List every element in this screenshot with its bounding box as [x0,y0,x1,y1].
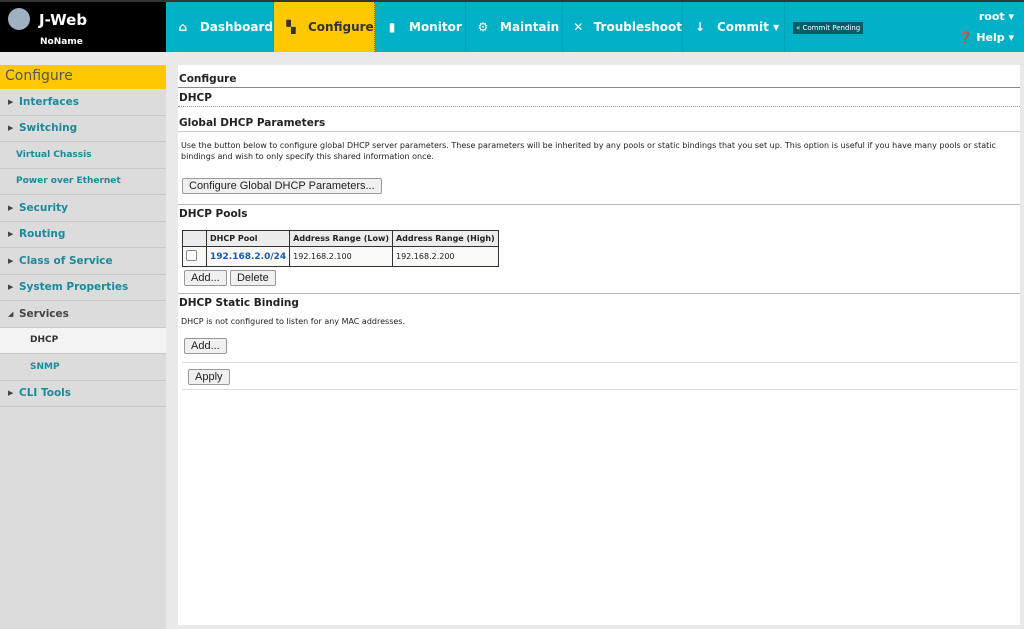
static-description: DHCP is not configured to listen for any… [181,317,405,326]
apply-button[interactable]: Apply [188,369,230,385]
tools-icon: ✕ [573,20,584,34]
tab-label: Configure [308,20,374,34]
static-add-button[interactable]: Add... [184,338,227,354]
main-content: Configure DHCP Global DHCP Parameters Us… [178,65,1020,625]
global-description: Use the button below to configure global… [181,141,996,161]
caret-right-icon: ▶ [8,124,14,133]
pools-section-title: DHCP Pools [179,208,248,220]
tab-monitor[interactable]: ▮ Monitor [375,2,466,52]
sidebar-item-interfaces[interactable]: ▶ Interfaces [0,89,166,116]
top-bar: J-Web NoName ⌂ Dashboard ▚ Configure ▮ Moni… [0,0,1024,52]
sidebar-item-security[interactable]: ▶ Security [0,195,166,222]
pool-add-button[interactable]: Add... [184,270,227,286]
help-menu[interactable]: ❓ Help ▾ [959,31,1014,44]
global-section-title: Global DHCP Parameters [179,117,326,129]
label: CLI Tools [19,387,72,400]
col-range-low: Address Range (Low) [289,230,393,247]
label: System Properties [19,281,129,294]
sidebar-item-services[interactable]: ◢ Services [0,301,166,328]
pools-table: DHCP Pool Address Range (Low) Address Rang… [182,230,499,267]
tab-dashboard[interactable]: ⌂ Dashboard [166,2,274,52]
caret-right-icon: ▶ [8,283,14,292]
sidebar-item-snmp[interactable]: SNMP [0,354,166,381]
home-icon: ⌂ [178,20,188,34]
app-title: J-Web [39,11,88,29]
caret-right-icon: ▶ [8,230,14,239]
sidebar-item-cli-tools[interactable]: ▶ CLI Tools [0,381,166,407]
sidebar-item-cos[interactable]: ▶ Class of Service [0,248,166,275]
network-icon: ▚ [286,20,296,34]
tab-maintain[interactable]: ⚙ Maintain [466,2,563,52]
pool-link[interactable]: 192.168.2.0/24 [210,252,286,262]
page-title: DHCP [178,88,1020,107]
configure-global-button[interactable]: Configure Global DHCP Parameters... [182,178,382,194]
col-range-high: Address Range (High) [391,230,499,247]
caret-right-icon: ▶ [8,97,14,106]
bar-chart-icon: ▮ [388,20,396,34]
select-header [182,230,207,247]
sidebar-item-switching[interactable]: ▶ Switching [0,116,166,142]
row-checkbox[interactable] [186,250,197,261]
question-icon: ❓ [958,31,973,44]
tab-label: Monitor [409,20,462,34]
tab-troubleshoot[interactable]: ✕ Troubleshoot [563,2,683,52]
arrow-down-icon: ↓ [694,20,706,34]
caret-down-icon: ◢ [8,309,14,318]
table-row: 192.168.2.0/24 192.168.2.100 192.168.2.200 [182,246,499,267]
sidebar-header: Configure [0,65,166,89]
caret-right-icon: ▶ [8,203,14,212]
help-label: Help ▾ [976,31,1014,44]
tab-label: Troubleshoot [593,20,682,34]
sidebar-item-poe[interactable]: Power over Ethernet [0,169,166,195]
caret-right-icon: ▶ [8,389,14,398]
tab-commit[interactable]: ↓ Commit ▾ [683,2,785,52]
juniper-logo-icon [8,8,30,30]
range-low: 192.168.2.100 [289,246,393,267]
label: Routing [19,228,66,241]
commit-pending-button[interactable]: « Commit Pending [793,22,864,34]
sidebar: Configure ▶ Interfaces ▶ Switching Virtual… [0,65,166,629]
device-name: NoName [40,37,83,47]
gear-icon: ⚙ [477,20,489,34]
col-dhcp-pool: DHCP Pool [205,230,291,247]
label: Services [19,307,69,320]
label: Interfaces [19,95,79,108]
sidebar-item-routing[interactable]: ▶ Routing [0,222,166,248]
tab-label: Dashboard [199,20,273,34]
breadcrumb: Configure [178,65,1020,88]
pool-delete-button[interactable]: Delete [229,270,276,286]
logo: J-Web NoName [0,2,166,52]
label: Class of Service [19,254,113,267]
sidebar-item-system-properties[interactable]: ▶ System Properties [0,275,166,301]
label: Security [19,201,69,214]
range-high: 192.168.2.200 [391,246,499,267]
sidebar-item-virtual-chassis[interactable]: Virtual Chassis [0,142,166,169]
sidebar-item-dhcp[interactable]: DHCP [0,327,166,354]
label: Switching [19,122,78,135]
tab-configure[interactable]: ▚ Configure [274,2,375,52]
user-menu[interactable]: root ▾ [979,10,1014,23]
caret-right-icon: ▶ [8,256,14,265]
tab-label: Maintain [500,20,560,34]
static-section-title: DHCP Static Binding [179,297,299,309]
tab-label: Commit ▾ [717,20,780,34]
